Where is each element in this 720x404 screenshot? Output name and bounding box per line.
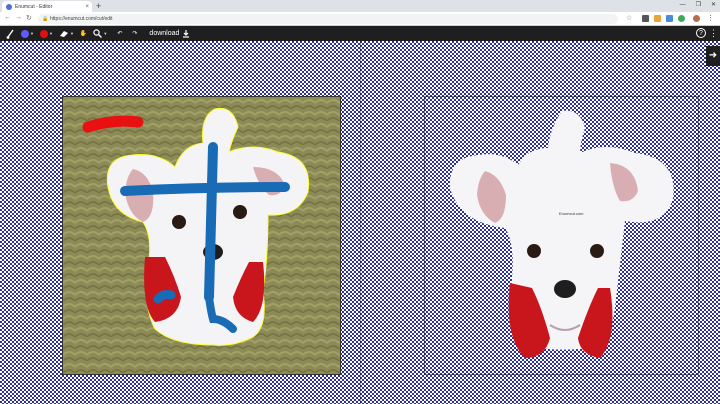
cutout-result-image — [449, 110, 674, 358]
chevron-down-icon: ▼ — [103, 31, 108, 36]
menu-icon[interactable]: ⋮ — [709, 27, 718, 39]
maximize-button[interactable]: ❐ — [696, 0, 701, 11]
avatar[interactable] — [693, 15, 700, 22]
reload-icon[interactable]: ↻ — [26, 14, 32, 22]
undo-icon[interactable]: ↶ — [117, 26, 122, 41]
window-controls: — ❐ ✕ — [680, 0, 716, 11]
extension-icon[interactable] — [678, 15, 685, 22]
address-bar[interactable]: 🔒 https://enumcut.com/cut/edit — [38, 14, 618, 24]
browser-menu-icon[interactable]: ⋮ — [707, 14, 714, 22]
download-icon — [183, 29, 190, 38]
site-favicon-icon — [6, 3, 12, 10]
new-tab-button[interactable]: + — [96, 0, 101, 12]
chevron-down-icon: ▼ — [30, 31, 34, 36]
eraser-tool-button[interactable]: ▼ — [59, 26, 74, 41]
editor-workspace: Enumcut.com ➜ — [0, 41, 720, 404]
eraser-icon — [59, 31, 68, 37]
tab-title: Enumcut - Editor — [15, 3, 53, 10]
remove-color-picker[interactable]: ▼ — [39, 26, 53, 41]
panel-divider — [360, 41, 361, 404]
address-bar-row: ← → ↻ 🔒 https://enumcut.com/cut/edit ☆ ⋮ — [0, 12, 720, 26]
minimize-button[interactable]: — — [680, 0, 686, 11]
zoom-button[interactable]: ▼ — [93, 26, 107, 41]
zoom-icon — [93, 29, 103, 38]
keep-color-swatch — [21, 29, 29, 38]
extension-icon[interactable] — [666, 15, 673, 22]
bookmark-star-icon[interactable]: ☆ — [626, 14, 632, 22]
lock-icon: 🔒 — [42, 16, 49, 22]
hand-pan-icon[interactable]: ✋ — [80, 26, 87, 41]
extension-icon[interactable] — [642, 15, 649, 22]
remove-color-swatch — [39, 29, 48, 38]
download-label: download — [149, 30, 180, 37]
collapse-panel-button[interactable]: ➜ — [706, 46, 720, 66]
extension-icon[interactable] — [654, 15, 661, 22]
download-button[interactable]: download — [149, 26, 190, 41]
browser-tab-strip: Enumcut - Editor × + — ❐ ✕ — [0, 0, 720, 12]
arrow-left-icon: ➜ — [708, 50, 718, 61]
browser-tab[interactable]: Enumcut - Editor × — [2, 1, 92, 12]
forward-icon[interactable]: → — [15, 14, 22, 21]
chevron-down-icon: ▼ — [69, 31, 74, 36]
close-window-button[interactable]: ✕ — [711, 0, 716, 11]
redo-icon[interactable]: ↷ — [132, 26, 137, 41]
original-photo — [63, 97, 340, 374]
brush-tool-icon[interactable] — [6, 26, 15, 41]
help-icon[interactable]: ? — [696, 28, 706, 38]
keep-color-picker[interactable]: ▼ — [21, 26, 34, 41]
editor-toolbar: ▼ ▼ ▼ ✋ ▼ ↶ ↷ download ? ⋮ — [0, 26, 720, 41]
original-image-canvas[interactable] — [62, 96, 341, 375]
chevron-down-icon: ▼ — [48, 31, 53, 36]
watermark-text: Enumcut.com — [559, 211, 584, 216]
back-icon[interactable]: ← — [4, 14, 11, 21]
tab-close-button[interactable]: × — [85, 4, 89, 10]
url-text: https://enumcut.com/cut/edit — [50, 16, 113, 22]
